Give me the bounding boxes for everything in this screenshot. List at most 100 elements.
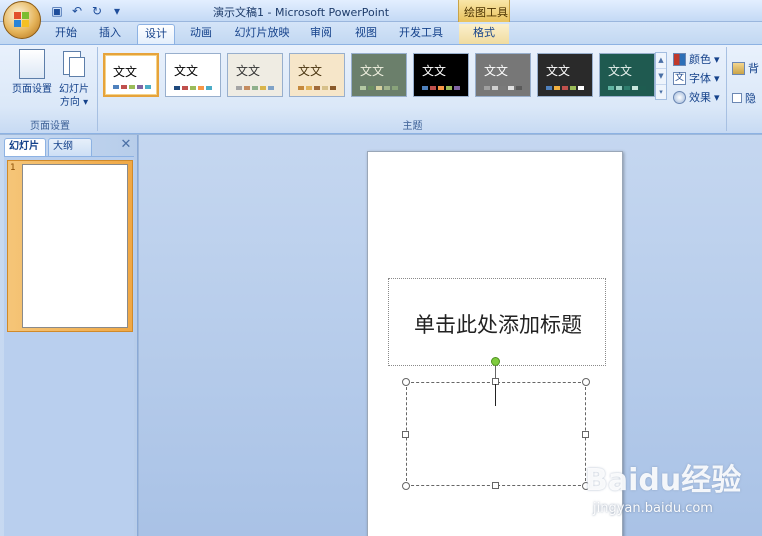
theme-colors-button[interactable]: 颜色 ▾ — [673, 50, 720, 68]
color-swatch — [129, 85, 135, 89]
resize-handle-right[interactable] — [582, 431, 589, 438]
color-swatch — [252, 86, 258, 90]
resize-handle-top-left[interactable] — [402, 378, 410, 386]
themes-scroller[interactable]: ▲ ▼ ▾ — [655, 52, 667, 100]
theme-sample-text: 文文 — [113, 65, 138, 79]
window-title: 演示文稿1 - Microsoft PowerPoint — [213, 6, 390, 19]
tab-animations[interactable]: 动画 — [185, 24, 217, 44]
color-swatch — [182, 86, 188, 90]
selected-text-box[interactable] — [406, 382, 586, 486]
theme-thumbnail[interactable]: 文文 — [413, 53, 469, 97]
theme-color-swatches — [236, 86, 274, 90]
drawing-tools-header: 绘图工具 — [458, 0, 510, 22]
color-swatch — [244, 86, 250, 90]
ribbon-tabs: 开始 插入 设计 动画 幻灯片放映 审阅 视图 开发工具 格式 — [0, 22, 762, 44]
close-icon[interactable]: ✕ — [119, 138, 133, 152]
page-setup-button[interactable]: 页面设置 — [10, 49, 54, 96]
theme-thumbnail[interactable]: 文文 — [475, 53, 531, 97]
slide-orientation-label: 幻灯片 — [59, 84, 89, 95]
group-divider — [97, 47, 98, 131]
tab-slideshow[interactable]: 幻灯片放映 — [232, 24, 292, 44]
color-swatch — [438, 86, 444, 90]
scroll-down-icon[interactable]: ▼ — [656, 69, 666, 85]
theme-color-swatches — [484, 86, 522, 90]
redo-icon[interactable]: ↻ — [90, 4, 104, 18]
color-swatch — [368, 86, 374, 90]
theme-color-swatches — [422, 86, 460, 90]
theme-thumbnail[interactable]: 文文 — [599, 53, 655, 97]
rotate-handle[interactable] — [491, 357, 500, 366]
color-swatch — [137, 85, 143, 89]
color-swatch — [384, 86, 390, 90]
tab-home[interactable]: 开始 — [50, 24, 82, 44]
color-swatch — [306, 86, 312, 90]
tab-format[interactable]: 格式 — [459, 24, 509, 44]
color-swatch — [640, 86, 646, 90]
color-swatch — [392, 86, 398, 90]
color-swatch — [298, 86, 304, 90]
color-swatch — [624, 86, 630, 90]
background-styles-button[interactable]: 背 — [732, 59, 759, 77]
title-placeholder[interactable]: 单击此处添加标题 — [388, 278, 606, 366]
effects-icon — [673, 90, 686, 104]
theme-thumbnail[interactable]: 文文 — [289, 53, 345, 97]
theme-sample-text: 文文 — [546, 64, 571, 78]
customize-icon[interactable]: ▾ — [110, 4, 124, 18]
color-swatch — [314, 86, 320, 90]
theme-sample-text: 文文 — [422, 64, 447, 78]
theme-sample-text: 文文 — [298, 64, 323, 78]
group-divider — [726, 47, 727, 131]
theme-thumbnail[interactable]: 文文 — [103, 53, 159, 97]
color-swatch — [145, 85, 151, 89]
save-icon[interactable]: ▣ — [50, 4, 64, 18]
page-setup-group-label: 页面设置 — [30, 121, 70, 132]
tab-insert[interactable]: 插入 — [94, 24, 126, 44]
undo-icon[interactable]: ↶ — [70, 4, 84, 18]
theme-thumbnail[interactable]: 文文 — [165, 53, 221, 97]
theme-thumbnail[interactable]: 文文 — [537, 53, 593, 97]
title-placeholder-text: 单击此处添加标题 — [414, 313, 582, 337]
color-swatch — [322, 86, 328, 90]
tab-slides[interactable]: 幻灯片 — [4, 138, 46, 156]
slide-thumbnail-item[interactable]: 1 — [7, 160, 133, 332]
tab-outline[interactable]: 大纲 — [48, 138, 92, 156]
theme-thumbnail[interactable]: 文文 — [227, 53, 283, 97]
slide-thumbnail[interactable] — [22, 164, 128, 328]
tab-developer[interactable]: 开发工具 — [395, 24, 447, 44]
color-swatch — [546, 86, 552, 90]
resize-handle-bottom-left[interactable] — [402, 482, 410, 490]
color-swatch — [174, 86, 180, 90]
drawing-tools-label: 绘图工具 — [464, 6, 508, 19]
page-setup-icon — [19, 49, 45, 79]
tab-review[interactable]: 审阅 — [305, 24, 337, 44]
color-swatch — [562, 86, 568, 90]
resize-handle-bottom-right[interactable] — [582, 482, 590, 490]
slide-canvas[interactable]: 单击此处添加标题 — [367, 151, 623, 536]
page-setup-label: 页面设置 — [12, 84, 52, 95]
theme-thumbnail[interactable]: 文文 — [351, 53, 407, 97]
color-swatch — [632, 86, 638, 90]
theme-sample-text: 文文 — [360, 64, 385, 78]
scroll-up-icon[interactable]: ▲ — [656, 53, 666, 69]
resize-handle-left[interactable] — [402, 431, 409, 438]
dropdown-arrow-icon: ▾ — [714, 52, 720, 66]
resize-handle-bottom[interactable] — [492, 482, 499, 489]
tab-design[interactable]: 设计 — [137, 24, 175, 44]
gallery-more-icon[interactable]: ▾ — [656, 85, 666, 101]
theme-color-swatches — [546, 86, 584, 90]
color-swatch — [578, 86, 584, 90]
theme-color-swatches — [360, 86, 398, 90]
theme-effects-button[interactable]: 效果 ▾ — [673, 88, 720, 106]
slides-pane: 1 — [4, 156, 134, 536]
office-button[interactable] — [3, 1, 41, 39]
quick-access-toolbar: ▣ ↶ ↻ ▾ — [50, 3, 124, 19]
effects-label: 效果 — [689, 91, 711, 104]
theme-fonts-button[interactable]: 文 字体 ▾ — [673, 69, 720, 87]
color-swatch — [500, 86, 506, 90]
resize-handle-top-right[interactable] — [582, 378, 590, 386]
tab-view[interactable]: 视图 — [350, 24, 382, 44]
hide-background-checkbox[interactable]: 隐 — [732, 89, 756, 107]
slide-orientation-button[interactable]: 幻灯片 方向 ▾ — [56, 49, 92, 109]
color-swatch — [570, 86, 576, 90]
slide-orientation-label-2: 方向 — [59, 97, 80, 108]
